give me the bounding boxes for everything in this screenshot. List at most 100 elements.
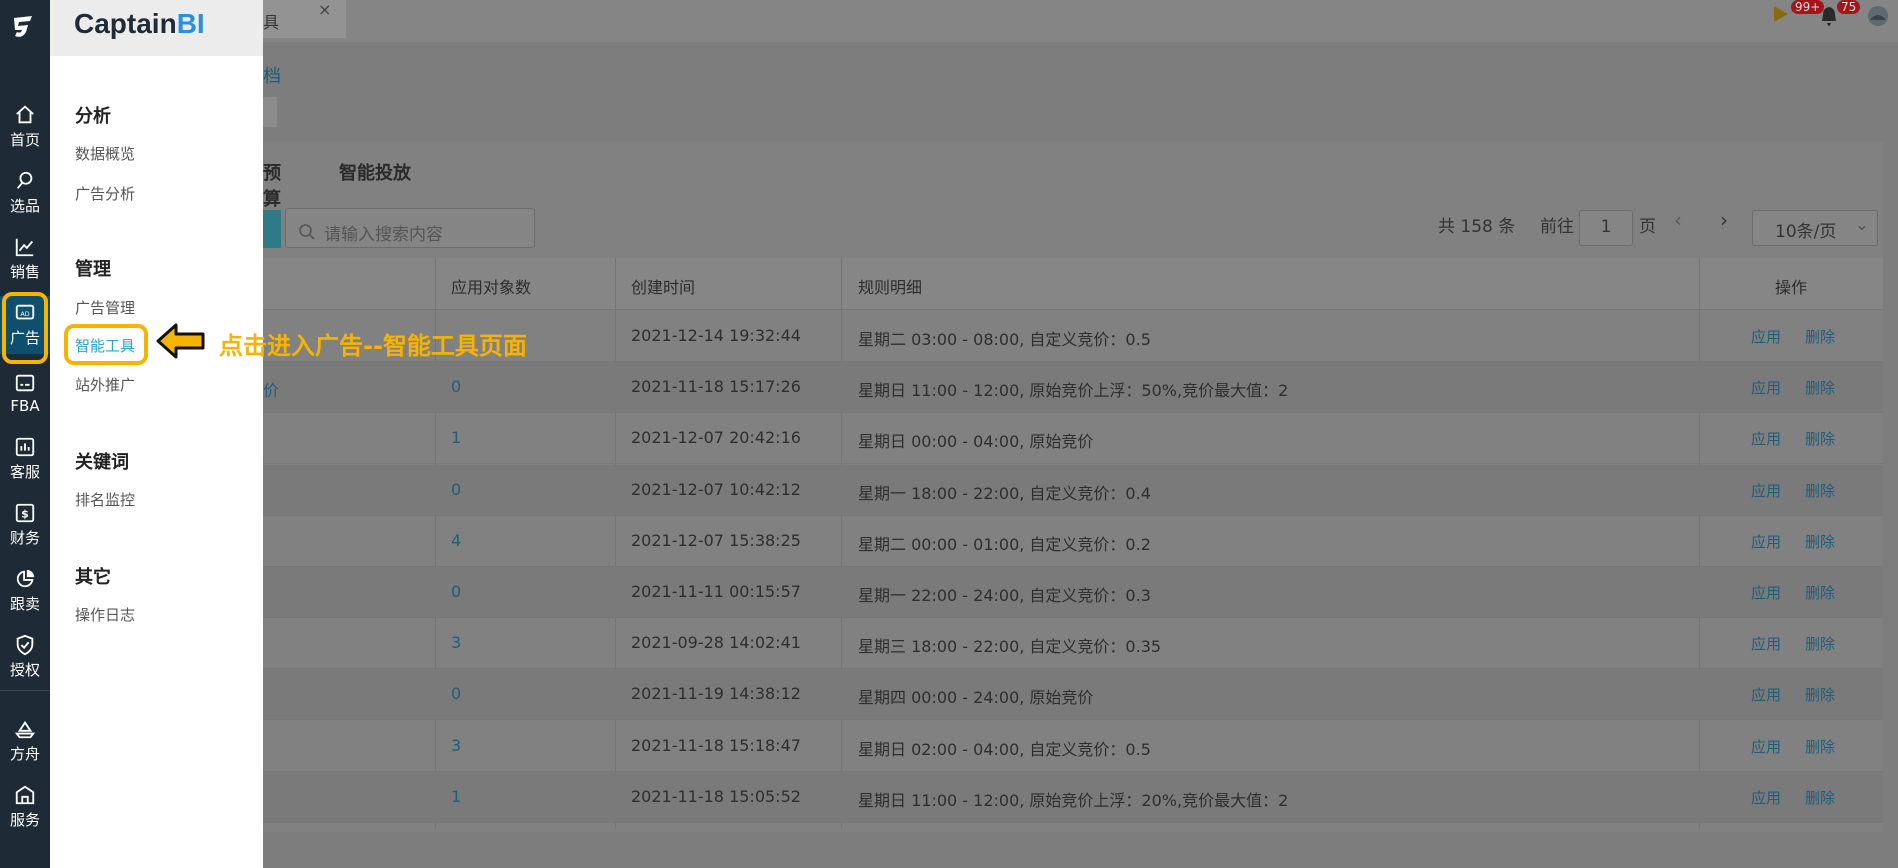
rail-item-1[interactable]: 选品 <box>0 164 50 222</box>
cell-created-time: 2021-12-07 15:38:25 <box>631 530 801 550</box>
rail-item-label: 服务 <box>9 811 40 829</box>
brand-accent-text: BI <box>176 8 205 39</box>
rail-item-2[interactable]: 销售 <box>0 230 50 288</box>
rail-item-9[interactable]: 方舟 <box>0 712 50 770</box>
apply-button[interactable]: 应用 <box>1751 582 1781 603</box>
table-header: 应用对象数 创建时间 规则明细 操作 <box>263 258 1883 310</box>
cell-apply-count[interactable]: 0 <box>451 582 461 601</box>
cell-apply-count[interactable]: 3 <box>451 736 461 755</box>
table-row: 0 2021-11-19 14:38:12 星期四 00:00 - 24:00, 原… <box>263 669 1883 721</box>
rail-item-4[interactable]: FBA <box>0 364 50 422</box>
delete-button[interactable]: 删除 <box>1805 684 1835 705</box>
dollar-icon: $ <box>15 503 35 523</box>
chart-line-icon <box>15 238 34 257</box>
search-placeholder: 请输入搜索内容 <box>324 224 443 245</box>
ad-submenu-panel: CaptainBI 分析 数据概览 广告分析 管理 广告管理 智能工具 站外推广… <box>50 0 263 868</box>
cell-rule-detail: 星期二 03:00 - 08:00, 自定义竞价：0.5 <box>858 330 1151 349</box>
cell-apply-count[interactable]: 1 <box>451 428 461 447</box>
main-app-area: 具 × 99+ 75 档 预算 智能投放 请输入搜索内容 共 158 条 前往 … <box>263 0 1898 868</box>
rail-item-label: 财务 <box>9 529 40 547</box>
fba-icon <box>15 374 35 391</box>
cell-apply-count[interactable]: 4 <box>451 531 461 550</box>
table-row: 4 2021-12-07 15:38:25 星期二 00:00 - 01:00, 自… <box>263 516 1883 567</box>
menu-item-rank-monitor[interactable]: 排名监控 <box>75 489 135 510</box>
rail-item-7[interactable]: 跟卖 <box>0 562 50 620</box>
cell-rule-detail: 星期日 02:00 - 04:00, 自定义竞价：0.5 <box>858 739 1151 759</box>
delete-button[interactable]: 删除 <box>1805 633 1835 654</box>
cell-apply-count[interactable]: 0 <box>451 480 461 499</box>
brand-text: Captain <box>74 8 177 39</box>
rail-item-10[interactable]: 服务 <box>0 778 50 836</box>
badge-notifications: 75 <box>1837 0 1861 14</box>
app-logo-icon[interactable] <box>10 12 40 42</box>
next-page-icon[interactable]: › <box>1720 208 1728 232</box>
pager-page-input[interactable]: 1 <box>1579 210 1633 246</box>
apply-button[interactable]: 应用 <box>1751 736 1781 757</box>
cell-rule-detail: 星期四 00:00 - 24:00, 原始竞价 <box>858 688 1094 708</box>
delete-button[interactable]: 删除 <box>1805 480 1835 501</box>
table-row: 3 2021-11-18 15:18:47 星期日 02:00 - 04:00, 自… <box>263 721 1883 772</box>
svg-text:$: $ <box>21 508 29 521</box>
apply-button[interactable]: 应用 <box>1751 480 1781 501</box>
delete-button[interactable]: 删除 <box>1805 428 1835 449</box>
flag-icon[interactable] <box>1770 4 1792 28</box>
cell-rule-detail: 星期日 00:00 - 04:00, 原始竞价 <box>858 432 1094 452</box>
close-icon[interactable]: × <box>318 0 331 19</box>
highlight-ring-ad <box>2 292 48 364</box>
menu-item-ad-manage[interactable]: 广告管理 <box>75 297 135 318</box>
table-row: 0 2021-12-07 10:42:12 星期一 18:00 - 22:00, 自… <box>263 464 1883 516</box>
menu-item-offsite-promo[interactable]: 站外推广 <box>75 374 135 395</box>
avatar[interactable] <box>1866 4 1890 28</box>
tab-smart-tools[interactable]: 具 × <box>263 0 346 38</box>
rail-item-0[interactable]: 首页 <box>0 98 50 156</box>
tab-label: 具 <box>263 13 280 32</box>
annotation-callout: 点击进入广告--智能工具页面 <box>219 332 527 360</box>
menu-item-ad-analysis[interactable]: 广告分析 <box>75 183 135 204</box>
rail-divider <box>0 690 50 691</box>
cell-apply-count[interactable]: 0 <box>451 377 461 396</box>
cell-apply-count[interactable]: 0 <box>451 684 461 703</box>
cell-apply-count[interactable]: 1 <box>451 787 461 806</box>
rail-item-label: 销售 <box>9 263 40 281</box>
page-size-value: 10条/页 <box>1775 222 1837 242</box>
apply-button[interactable]: 应用 <box>1751 428 1781 449</box>
tab-smart-delivery[interactable]: 智能投放 <box>339 159 411 185</box>
apply-button[interactable]: 应用 <box>1751 326 1781 347</box>
brand-logo: CaptainBI <box>50 0 263 56</box>
cell-rule-detail: 星期日 11:00 - 12:00, 原始竞价上浮：50%,竞价最大值：2 <box>858 381 1289 401</box>
menu-item-operation-log[interactable]: 操作日志 <box>75 604 135 625</box>
add-rule-button[interactable] <box>263 210 281 248</box>
cell-rule-detail: 星期日 11:00 - 12:00, 原始竞价上浮：20%,竞价最大值：2 <box>858 790 1289 810</box>
apply-button[interactable]: 应用 <box>1751 377 1781 398</box>
th-apply-count: 应用对象数 <box>451 278 532 297</box>
tab-budget[interactable]: 预算 <box>263 159 281 211</box>
apply-button[interactable]: 应用 <box>1751 787 1781 808</box>
delete-button[interactable]: 删除 <box>1805 531 1835 552</box>
rail-item-6[interactable]: $ 财务 <box>0 496 50 554</box>
delete-button[interactable]: 删除 <box>1805 582 1835 603</box>
cell-created-time: 2021-11-18 15:05:52 <box>631 786 801 806</box>
delete-button[interactable]: 删除 <box>1805 377 1835 398</box>
table-row: 3 2021-09-28 14:02:41 星期三 18:00 - 22:00, 自… <box>263 618 1883 670</box>
table-row: 1 2021-12-07 20:42:16 星期日 00:00 - 04:00, 原… <box>263 413 1883 465</box>
apply-button[interactable]: 应用 <box>1751 531 1781 552</box>
apply-button[interactable]: 应用 <box>1751 633 1781 654</box>
menu-item-data-overview[interactable]: 数据概览 <box>75 143 135 164</box>
rail-item-8[interactable]: 授权 <box>0 628 50 686</box>
cell-rule-detail: 星期二 00:00 - 01:00, 自定义竞价：0.2 <box>858 534 1151 554</box>
filter-input-stub[interactable] <box>263 97 277 127</box>
search-input[interactable]: 请输入搜索内容 <box>285 208 535 248</box>
delete-button[interactable]: 删除 <box>1805 736 1835 757</box>
prev-page-icon[interactable]: ‹ <box>1674 208 1682 232</box>
rail-item-5[interactable]: 客服 <box>0 430 50 488</box>
delete-button[interactable]: 删除 <box>1805 326 1835 347</box>
cell-apply-count[interactable]: 3 <box>451 633 461 652</box>
page-size-select[interactable]: 10条/页 ⌄ <box>1752 210 1878 246</box>
rail-item-label: 首页 <box>9 131 40 149</box>
breadcrumb[interactable]: 档 <box>263 62 281 88</box>
rail-item-label: 选品 <box>9 197 40 215</box>
rail-item-label: FBA <box>10 396 40 415</box>
delete-button[interactable]: 删除 <box>1805 787 1835 808</box>
cell-rule-name[interactable]: 价 <box>263 377 279 401</box>
apply-button[interactable]: 应用 <box>1751 684 1781 705</box>
